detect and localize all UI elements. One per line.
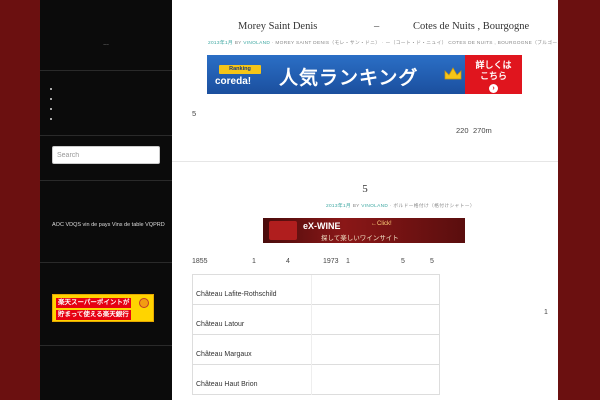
chateau-name: Château Haut Brion <box>196 381 258 388</box>
coreda-ranking-banner[interactable]: Ranking coreda! 人気ランキング 詳しくは こちら › <box>207 55 522 94</box>
sidebar: ... AOC VDQS vin de pays Vins de table V… <box>40 0 172 400</box>
sidebar-divider <box>40 70 172 71</box>
meta-by: BY <box>234 41 242 46</box>
table-header-cell: 4 <box>286 258 290 265</box>
table-header-cell: 1855 <box>192 258 208 265</box>
ranking-label: Ranking <box>219 65 261 74</box>
rakuten-bank-banner[interactable]: 楽天スーパーポイントが 貯まって使える楽天銀行 <box>52 294 154 322</box>
table-header: 1855 1 4 1973 1 5 5 <box>172 258 558 268</box>
meta-separator: · <box>389 204 392 209</box>
post-date[interactable]: 2013年1月 <box>208 41 233 46</box>
table-row: Château Lafite-Rothschild <box>193 275 439 305</box>
post-title[interactable]: 5 <box>172 183 558 195</box>
table-side-number: 1 <box>544 309 548 316</box>
table-header-cell: 1 <box>346 258 350 265</box>
post-title-left[interactable]: Morey Saint Denis <box>238 21 317 32</box>
cell-divider <box>311 335 312 365</box>
cell-divider <box>311 305 312 335</box>
chateau-name: Château Lafite-Rothschild <box>196 291 277 298</box>
banner-headline: 人気ランキング <box>279 68 419 89</box>
site-tagline: ... <box>103 40 109 47</box>
sidebar-divider <box>40 135 172 136</box>
post-body-value: 270m <box>473 126 492 135</box>
ex-wine-logo: eX-WINE <box>303 221 341 231</box>
wine-glass-icon <box>269 221 297 240</box>
post-author[interactable]: VINOLAND <box>361 204 388 209</box>
post-meta: 2013年1月 BY VINOLAND · ボルドー格付け（格付けシャトー） <box>326 202 475 209</box>
left-background-band <box>0 0 40 400</box>
cell-divider <box>311 275 312 305</box>
rakuten-banner-line1: 楽天スーパーポイントが <box>56 298 132 308</box>
main-content: Morey Saint Denis – Cotes de Nuits , Bou… <box>172 0 572 400</box>
ex-wine-banner[interactable]: eX-WINE ←Click! 探して楽しいワインサイト <box>263 218 465 243</box>
banner-cta-line1: 詳しくは <box>475 60 512 70</box>
banner-cta-line2: こちら <box>479 71 507 81</box>
table-row: Château Haut Brion <box>193 365 439 395</box>
banner-cta[interactable]: 詳しくは こちら › <box>465 55 522 94</box>
crown-icon <box>444 67 462 80</box>
table-header-cell: 1 <box>252 258 256 265</box>
post-title-right[interactable]: Cotes de Nuits , Bourgogne <box>413 21 529 32</box>
classification-table: Château Lafite-Rothschild Château Latour… <box>192 274 440 395</box>
post-divider <box>172 161 558 162</box>
coreda-logo: coreda! <box>215 76 252 87</box>
post-title-dash: – <box>374 21 380 32</box>
menu-item-4[interactable] <box>50 118 52 120</box>
post-category-link[interactable]: MOREY SAINT DENIS（モレ・サン・ドニ） <box>275 41 380 46</box>
post-category-link[interactable]: ボルドー格付け（格付けシャトー） <box>393 204 475 209</box>
right-background-band <box>558 0 600 400</box>
table-row: Château Margaux <box>193 335 439 365</box>
chateau-name: Château Margaux <box>196 351 252 358</box>
sidebar-divider <box>40 262 172 263</box>
menu-item-3[interactable] <box>50 108 52 110</box>
arrow-right-icon: › <box>489 84 498 93</box>
chateau-name: Château Latour <box>196 321 245 328</box>
banner-subtitle: 探して楽しいワインサイト <box>321 235 399 242</box>
table-header-cell: 5 <box>430 258 434 265</box>
meta-separator: · <box>271 41 274 46</box>
sidebar-menu <box>50 88 52 128</box>
post-body-value: 220 <box>456 126 469 135</box>
sidebar-divider <box>40 180 172 181</box>
cell-divider <box>311 365 312 395</box>
meta-by: BY <box>352 204 360 209</box>
category-list[interactable]: AOC VDQS vin de pays Vins de table VQPRD <box>52 222 165 228</box>
rakuten-banner-line2: 貯まって使える楽天銀行 <box>56 310 131 320</box>
post-meta: 2013年1月 BY VINOLAND · MOREY SAINT DENIS（… <box>208 39 573 46</box>
table-header-cell: 5 <box>401 258 405 265</box>
meta-separator: · <box>381 41 384 46</box>
table-header-cell: 1973 <box>323 258 339 265</box>
sidebar-divider <box>40 345 172 346</box>
post-category-link[interactable]: ー（コート・ド・ニュイ） COTES DE NUITS , BOURGOGNE（… <box>386 41 573 46</box>
post-body-number: 5 <box>192 109 197 118</box>
menu-item-1[interactable] <box>50 88 52 90</box>
banner-click-label: ←Click! <box>371 221 392 227</box>
search-input[interactable] <box>52 146 160 164</box>
table-row: Château Latour <box>193 305 439 335</box>
post-author[interactable]: VINOLAND <box>243 41 270 46</box>
post-date[interactable]: 2013年1月 <box>326 204 351 209</box>
coin-icon <box>139 298 149 308</box>
menu-item-2[interactable] <box>50 98 52 100</box>
